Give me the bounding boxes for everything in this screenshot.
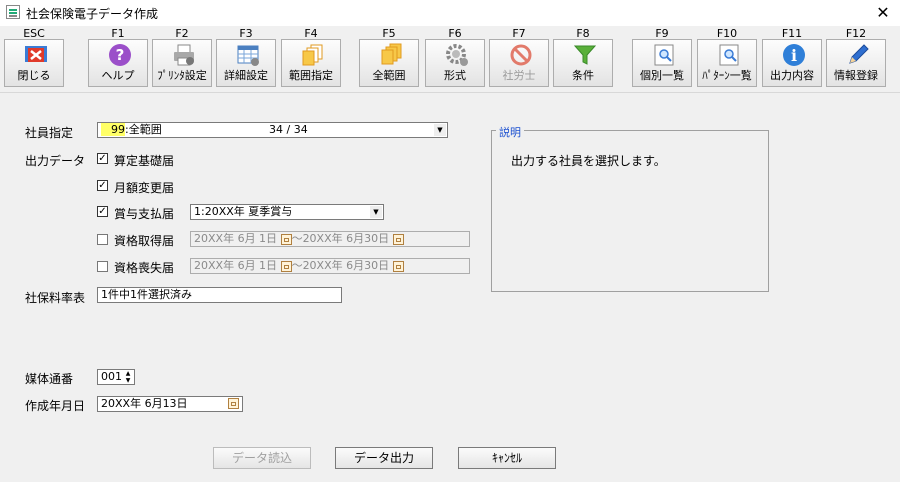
help-button-label: ヘルプ: [101, 69, 135, 82]
rate-table-field[interactable]: 1件中1件選択済み: [97, 287, 342, 303]
search-list-icon: [654, 44, 674, 66]
employee-label: 社員指定: [25, 126, 74, 140]
app-icon: [6, 5, 20, 19]
output-content-label: 出力内容: [770, 69, 814, 82]
employee-value: :全範囲: [125, 123, 162, 136]
printer-icon: [174, 44, 194, 66]
close-button-label: 閉じる: [17, 69, 51, 82]
help-icon: ?: [109, 44, 131, 66]
media-number-spinner[interactable]: 001 ▲ ▼: [97, 369, 135, 385]
output-content-button[interactable]: i 出力内容: [762, 39, 822, 87]
soshitsu-date-range[interactable]: 20XX年 6月 1日 ～20XX年 6月30日: [190, 258, 470, 274]
function-toolbar: ESC 閉じる F1 ? ヘルプ F2 ﾌﾟﾘﾝﾀ設定 F3 詳細設定 F4 範…: [0, 26, 900, 93]
all-range-icon: [381, 43, 402, 65]
info-register-button[interactable]: 情報登録: [826, 39, 886, 87]
rate-table-label: 社保料率表: [25, 291, 86, 305]
prohibit-icon: [510, 44, 532, 66]
gear-icon: [446, 44, 468, 66]
creation-date-value: 20XX年 6月13日: [101, 397, 188, 410]
printer-settings-label: ﾌﾟﾘﾝﾀ設定: [157, 69, 207, 82]
sharoushi-label: 社労士: [502, 69, 536, 82]
shutoku-to: 20XX年 6月30日: [302, 232, 390, 245]
shoyo-dropdown-icon: ▼: [370, 206, 382, 218]
santei-label: 算定基礎届: [114, 154, 175, 168]
info-icon: i: [783, 44, 805, 66]
printer-settings-button[interactable]: ﾌﾟﾘﾝﾀ設定: [152, 39, 212, 87]
shoyo-checkbox[interactable]: ✓: [97, 206, 108, 217]
all-range-button[interactable]: 全範囲: [359, 39, 419, 87]
pattern-list-label: ﾊﾟﾀｰﾝ一覧: [702, 69, 752, 82]
sharoushi-button[interactable]: 社労士: [489, 39, 549, 87]
format-button[interactable]: 形式: [425, 39, 485, 87]
svg-text:i: i: [791, 46, 797, 65]
help-button[interactable]: ? ヘルプ: [88, 39, 148, 87]
calendar-icon[interactable]: [392, 260, 404, 272]
range-icon: [302, 44, 323, 66]
title-bar: 社会保険電子データ作成 ✕: [0, 0, 900, 26]
output-data-label: 出力データ: [25, 154, 86, 168]
media-number-label: 媒体通番: [25, 372, 74, 386]
shoyo-select[interactable]: 1:20XX年 夏季賞与 ▼: [190, 204, 384, 220]
employee-count: 34 / 34: [269, 123, 308, 136]
range-select-button[interactable]: 範囲指定: [281, 39, 341, 87]
window-title: 社会保険電子データ作成: [26, 7, 159, 21]
description-title: 説明: [496, 124, 524, 140]
creation-date-label: 作成年月日: [25, 399, 86, 413]
media-number-value: 001: [101, 370, 122, 383]
data-read-button[interactable]: データ読込: [213, 447, 311, 469]
individual-list-label: 個別一覧: [640, 69, 684, 82]
pattern-list-icon: [719, 44, 739, 66]
close-button[interactable]: 閉じる: [4, 39, 64, 87]
cancel-button[interactable]: ｷｬﾝｾﾙ: [458, 447, 556, 469]
data-output-button[interactable]: データ出力: [335, 447, 433, 469]
window-close-button[interactable]: ✕: [866, 0, 900, 26]
detail-settings-button[interactable]: 詳細設定: [216, 39, 276, 87]
svg-text:?: ?: [116, 46, 125, 64]
all-range-label: 全範囲: [372, 69, 406, 82]
getsugaku-label: 月額変更届: [114, 181, 175, 195]
detail-settings-label: 詳細設定: [224, 69, 268, 82]
calendar-icon[interactable]: [280, 260, 292, 272]
employee-select[interactable]: 99:全範囲 34 / 34 ▼: [97, 122, 448, 138]
soshitsu-checkbox[interactable]: [97, 261, 108, 272]
shutoku-date-range[interactable]: 20XX年 6月 1日 ～20XX年 6月30日: [190, 231, 470, 247]
shoyo-value: 1:20XX年 夏季賞与: [194, 205, 293, 218]
filter-icon: [573, 45, 597, 65]
range-separator: ～: [291, 259, 303, 272]
pencil-icon: [849, 44, 869, 64]
individual-list-button[interactable]: 個別一覧: [632, 39, 692, 87]
soshitsu-to: 20XX年 6月30日: [302, 259, 390, 272]
shutoku-from: 20XX年 6月 1日: [194, 232, 278, 245]
soshitsu-from: 20XX年 6月 1日: [194, 259, 278, 272]
soshitsu-label: 資格喪失届: [114, 261, 175, 275]
employee-code: 99: [101, 123, 125, 136]
shoyo-label: 賞与支払届: [114, 207, 175, 221]
calendar-icon[interactable]: [280, 233, 292, 245]
detail-settings-icon: [237, 45, 259, 66]
format-label: 形式: [444, 69, 466, 82]
getsugaku-checkbox[interactable]: ✓: [97, 180, 108, 191]
santei-checkbox[interactable]: ✓: [97, 153, 108, 164]
description-text: 出力する社員を選択します。: [511, 154, 666, 168]
range-separator: ～: [291, 232, 303, 245]
calendar-icon[interactable]: [228, 398, 239, 409]
shutoku-label: 資格取得届: [114, 234, 175, 248]
condition-label: 条件: [572, 69, 594, 82]
creation-date-field[interactable]: 20XX年 6月13日: [97, 396, 243, 412]
pattern-list-button[interactable]: ﾊﾟﾀｰﾝ一覧: [697, 39, 757, 87]
range-select-label: 範囲指定: [289, 69, 333, 82]
info-register-label: 情報登録: [834, 69, 878, 82]
spinner-arrows-icon[interactable]: ▲ ▼: [123, 370, 133, 384]
employee-dropdown-icon: ▼: [434, 124, 446, 136]
shutoku-checkbox[interactable]: [97, 234, 108, 245]
condition-button[interactable]: 条件: [553, 39, 613, 87]
calendar-icon[interactable]: [392, 233, 404, 245]
close-icon: [25, 46, 47, 62]
